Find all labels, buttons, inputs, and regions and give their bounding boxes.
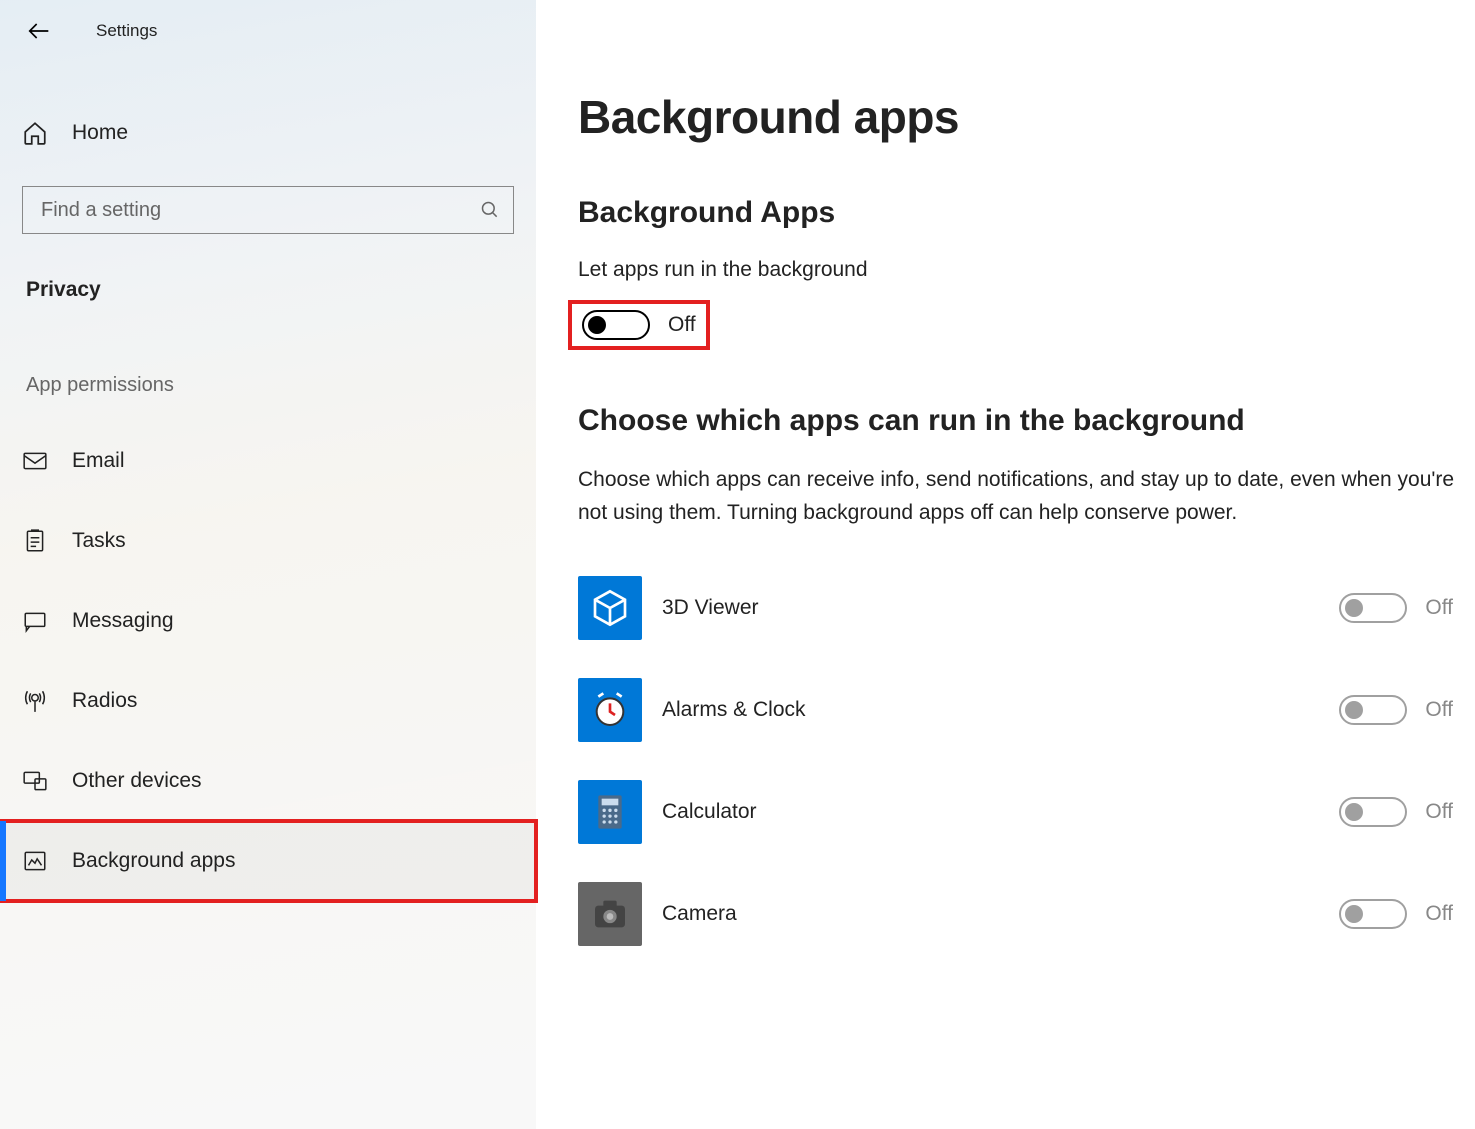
- calculator-icon: [590, 792, 630, 832]
- master-toggle-row: Off: [568, 300, 710, 350]
- choose-description: Choose which apps can receive info, send…: [578, 464, 1465, 529]
- sidebar-item-other-devices[interactable]: Other devices: [0, 741, 536, 821]
- app-icon-calculator: [578, 780, 642, 844]
- sidebar-item-tasks[interactable]: Tasks: [0, 501, 536, 581]
- sidebar-item-home[interactable]: Home: [0, 62, 536, 146]
- choose-heading: Choose which apps can run in the backgro…: [578, 404, 1465, 438]
- nav-label: Other devices: [72, 769, 202, 793]
- nav-label: Background apps: [72, 849, 235, 873]
- app-toggle-wrap: Off: [1339, 593, 1453, 623]
- category-label: Privacy: [26, 278, 536, 302]
- cube-icon: [590, 588, 630, 628]
- app-toggle-wrap: Off: [1339, 695, 1453, 725]
- clock-icon: [590, 690, 630, 730]
- search-wrap: [22, 186, 514, 234]
- radios-icon: [22, 688, 48, 714]
- app-toggle-wrap: Off: [1339, 899, 1453, 929]
- nav-label: Tasks: [72, 529, 126, 553]
- app-icon-alarms: [578, 678, 642, 742]
- app-toggle-state: Off: [1425, 800, 1453, 824]
- app-toggle: [1339, 593, 1407, 623]
- sidebar-item-radios[interactable]: Radios: [0, 661, 536, 741]
- sidebar-item-background-apps[interactable]: Background apps: [0, 821, 536, 901]
- app-list: 3D Viewer Off Alarms & Clock Off Calcula…: [578, 557, 1465, 965]
- app-name: Alarms & Clock: [662, 698, 1022, 722]
- app-row-calculator: Calculator Off: [578, 761, 1465, 863]
- section-heading: Background Apps: [578, 196, 1465, 230]
- email-icon: [22, 448, 48, 474]
- nav-list: Email Tasks Messaging Radios Other devic…: [0, 421, 536, 901]
- sidebar-item-messaging[interactable]: Messaging: [0, 581, 536, 661]
- app-toggle-state: Off: [1425, 698, 1453, 722]
- app-row-alarms: Alarms & Clock Off: [578, 659, 1465, 761]
- app-toggle-wrap: Off: [1339, 797, 1453, 827]
- app-toggle: [1339, 899, 1407, 929]
- master-toggle-state: Off: [668, 313, 696, 337]
- search-input[interactable]: [22, 186, 514, 234]
- app-name: Calculator: [662, 800, 1022, 824]
- tasks-icon: [22, 528, 48, 554]
- camera-icon: [590, 894, 630, 934]
- app-toggle: [1339, 695, 1407, 725]
- other-devices-icon: [22, 768, 48, 794]
- app-toggle-state: Off: [1425, 596, 1453, 620]
- toggle-knob: [588, 316, 606, 334]
- background-apps-icon: [22, 848, 48, 874]
- nav-label: Radios: [72, 689, 137, 713]
- home-icon: [22, 120, 48, 146]
- home-label: Home: [72, 121, 128, 145]
- app-toggle-state: Off: [1425, 902, 1453, 926]
- main-content: Background apps Background Apps Let apps…: [536, 0, 1475, 1129]
- page-title: Background apps: [578, 90, 1465, 144]
- section-label: App permissions: [26, 374, 536, 397]
- app-icon-camera: [578, 882, 642, 946]
- sidebar: Settings Home Privacy App permissions Em…: [0, 0, 536, 1129]
- messaging-icon: [22, 608, 48, 634]
- arrow-left-icon: [25, 17, 53, 45]
- back-button[interactable]: [22, 14, 56, 48]
- search-icon: [480, 200, 500, 220]
- app-row-camera: Camera Off: [578, 863, 1465, 965]
- app-toggle: [1339, 797, 1407, 827]
- nav-label: Messaging: [72, 609, 174, 633]
- window-title: Settings: [96, 21, 157, 41]
- app-row-3d-viewer: 3D Viewer Off: [578, 557, 1465, 659]
- app-name: Camera: [662, 902, 1022, 926]
- master-toggle-label: Let apps run in the background: [578, 258, 1465, 282]
- titlebar: Settings: [0, 0, 536, 62]
- app-icon-3d-viewer: [578, 576, 642, 640]
- app-name: 3D Viewer: [662, 596, 1022, 620]
- master-toggle[interactable]: [582, 310, 650, 340]
- nav-label: Email: [72, 449, 125, 473]
- sidebar-item-email[interactable]: Email: [0, 421, 536, 501]
